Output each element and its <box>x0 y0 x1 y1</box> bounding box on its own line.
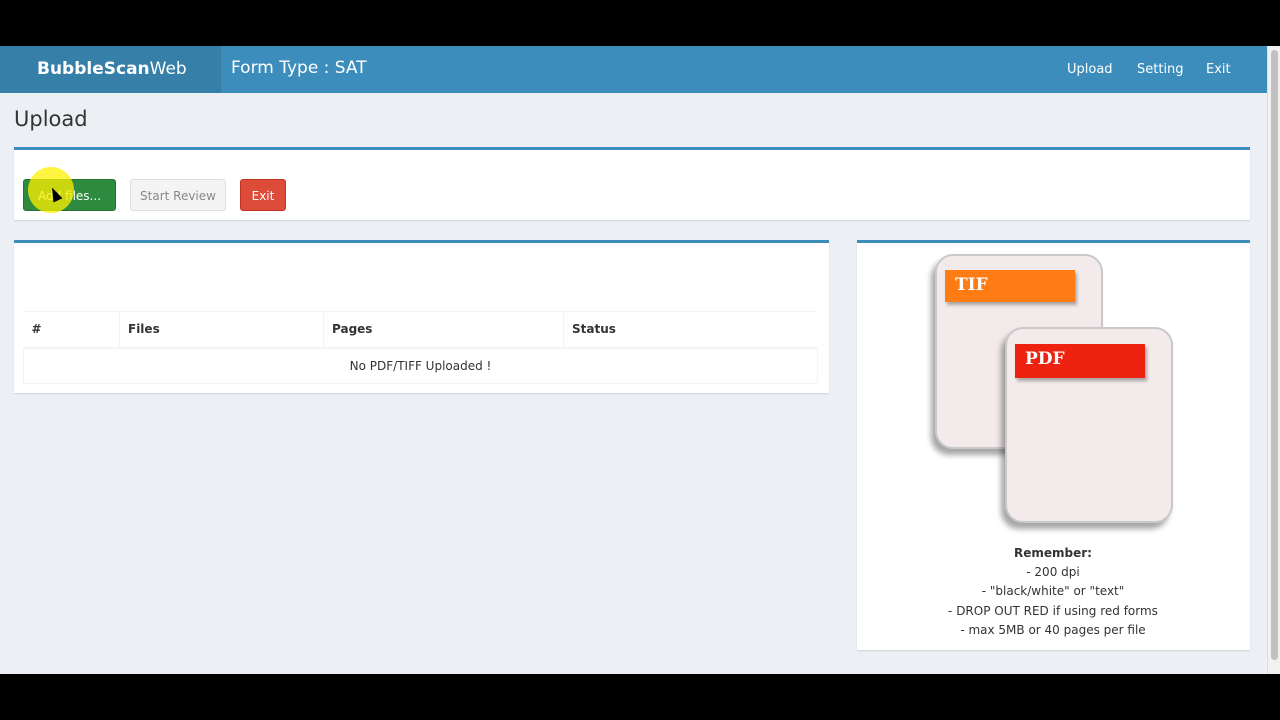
nav-setting-link[interactable]: Setting <box>1137 46 1184 93</box>
files-table-box: # Files Pages Status No PDF/TIFF Uploade… <box>14 240 829 393</box>
files-table: # Files Pages Status No PDF/TIFF Uploade… <box>23 311 818 384</box>
top-navbar: BubbleScanWeb Form Type : SAT Upload Set… <box>0 46 1267 93</box>
table-header-row: # Files Pages Status <box>23 311 818 349</box>
nav-exit-link[interactable]: Exit <box>1206 46 1231 93</box>
vertical-scrollbar[interactable] <box>1267 46 1280 674</box>
upload-info-box: TIF PDF Remember: - 200 dpi - "black/whi… <box>857 240 1250 650</box>
tif-label: TIF <box>945 270 1075 302</box>
brand-logo[interactable]: BubbleScanWeb <box>0 46 221 93</box>
pdf-label: PDF <box>1015 344 1145 378</box>
column-header-status: Status <box>563 311 818 349</box>
column-header-pages: Pages <box>323 311 564 349</box>
column-header-files: Files <box>119 311 324 349</box>
column-header-index: # <box>23 311 120 349</box>
table-row: No PDF/TIFF Uploaded ! <box>23 347 818 384</box>
remember-item-dropout: - DROP OUT RED if using red forms <box>948 604 1158 618</box>
app-window: BubbleScanWeb Form Type : SAT Upload Set… <box>0 46 1280 674</box>
brand-bold: BubbleScan <box>37 59 150 79</box>
toolbar-box: Add files... Start Review Exit <box>14 147 1250 220</box>
exit-button[interactable]: Exit <box>240 179 286 211</box>
remember-title: Remember: <box>1014 546 1092 560</box>
start-review-button[interactable]: Start Review <box>130 179 226 211</box>
brand-light: Web <box>149 59 187 79</box>
empty-table-message: No PDF/TIFF Uploaded ! <box>23 347 818 384</box>
remember-item-max-size: - max 5MB or 40 pages per file <box>960 623 1146 637</box>
scrollbar-thumb[interactable] <box>1271 50 1278 660</box>
remember-item-dpi: - 200 dpi <box>1026 565 1080 579</box>
pdf-document-icon: PDF <box>1005 327 1173 523</box>
form-type-label: Form Type : SAT <box>231 58 367 78</box>
nav-upload-link[interactable]: Upload <box>1067 46 1113 93</box>
page-title: Upload <box>14 107 88 131</box>
remember-item-color-mode: - "black/white" or "text" <box>981 584 1125 598</box>
